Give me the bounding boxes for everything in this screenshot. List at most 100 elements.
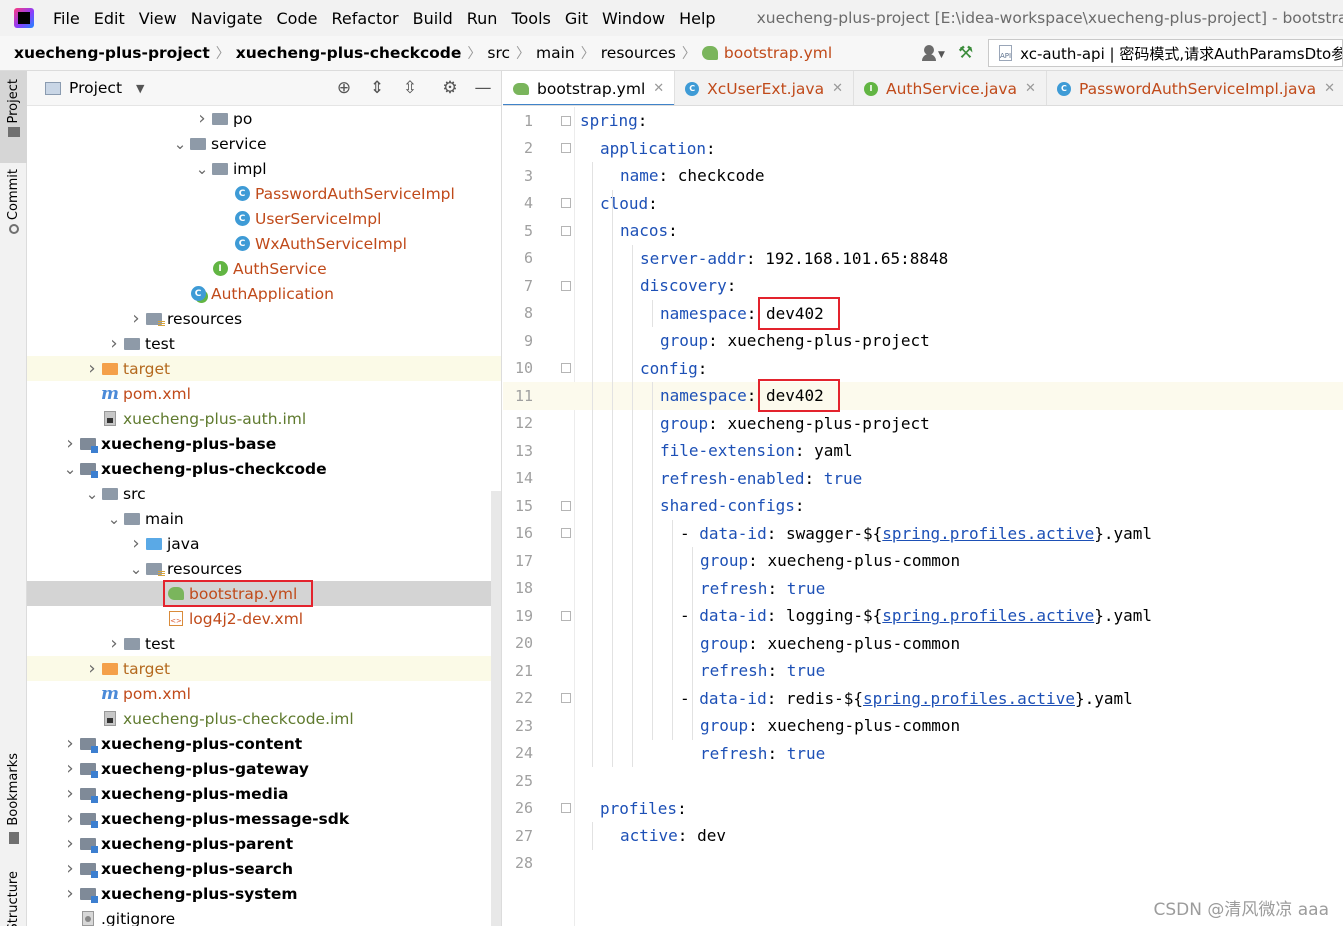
tool-window-project-tab[interactable]: Project <box>0 71 27 163</box>
chevron-down-icon[interactable]: ⌄ <box>61 461 79 476</box>
tree-item[interactable]: ⌄ main <box>27 506 501 531</box>
chevron-right-icon[interactable]: › <box>61 808 79 829</box>
tree-item[interactable]: ⌄ impl <box>27 156 501 181</box>
fold-marker-icon[interactable] <box>561 803 571 814</box>
tree-item[interactable]: › xuecheng-plus-system <box>27 881 501 906</box>
menu-run[interactable]: Run <box>460 9 505 28</box>
user-icon[interactable]: ▼ <box>922 44 945 62</box>
code-editor[interactable]: 1 spring: 2 application: 3 name: checkcode 4 cl… <box>503 107 1343 926</box>
chevron-right-icon[interactable]: › <box>127 533 145 554</box>
fold-marker-icon[interactable] <box>561 115 571 126</box>
chevron-down-icon[interactable]: ⌄ <box>193 161 211 176</box>
tree-item[interactable]: ›CWxAuthServiceImpl <box>27 231 501 256</box>
chevron-right-icon[interactable]: › <box>105 333 123 354</box>
tree-item[interactable]: ⌄ xuecheng-plus-checkcode <box>27 456 501 481</box>
chevron-down-icon[interactable]: ▼ <box>136 82 144 95</box>
tool-window-commit-tab[interactable]: Commit <box>0 169 27 235</box>
tree-item[interactable]: ›CPasswordAuthServiceImpl <box>27 181 501 206</box>
chevron-right-icon[interactable]: › <box>61 858 79 879</box>
editor-tab[interactable]: C XcUserExt.java ✕ <box>675 71 854 105</box>
fold-marker-icon[interactable] <box>561 143 571 154</box>
tree-item[interactable]: ⌄ service <box>27 131 501 156</box>
close-icon[interactable]: ✕ <box>1324 81 1335 96</box>
fold-marker-icon[interactable] <box>561 198 571 209</box>
fold-marker-icon[interactable] <box>561 280 571 291</box>
chevron-right-icon[interactable]: › <box>83 658 101 679</box>
tree-item[interactable]: › xuecheng-plus-base <box>27 431 501 456</box>
tree-item[interactable]: ›.gitignore <box>27 906 501 926</box>
chevron-right-icon[interactable]: › <box>61 883 79 904</box>
close-icon[interactable]: ✕ <box>653 81 664 96</box>
editor-tab[interactable]: bootstrap.yml ✕ <box>503 71 676 105</box>
tree-item[interactable]: › test <box>27 331 501 356</box>
breadcrumb-item[interactable]: src <box>481 44 516 62</box>
tree-item[interactable]: ›xuecheng-plus-checkcode.iml <box>27 706 501 731</box>
chevron-right-icon[interactable]: › <box>61 758 79 779</box>
menu-view[interactable]: View <box>132 9 184 28</box>
menu-help[interactable]: Help <box>672 9 722 28</box>
tree-item[interactable]: ›IAuthService <box>27 256 501 281</box>
menu-git[interactable]: Git <box>558 9 595 28</box>
tree-item[interactable]: › po <box>27 106 501 131</box>
fold-marker-icon[interactable] <box>561 363 571 374</box>
close-icon[interactable]: ✕ <box>832 81 843 96</box>
fold-marker-icon[interactable] <box>561 500 571 511</box>
tree-scrollbar[interactable] <box>491 491 501 926</box>
tree-item[interactable]: › xuecheng-plus-message-sdk <box>27 806 501 831</box>
locate-target-icon[interactable]: ⊕ <box>334 78 354 98</box>
expand-all-icon[interactable]: ⇕ <box>367 78 387 98</box>
editor-tab[interactable]: I AuthService.java ✕ <box>854 71 1047 105</box>
chevron-right-icon[interactable]: › <box>61 833 79 854</box>
breadcrumb-item[interactable]: resources <box>595 44 682 62</box>
chevron-right-icon[interactable]: › <box>127 308 145 329</box>
menu-edit[interactable]: Edit <box>87 9 132 28</box>
tree-item[interactable]: › xuecheng-plus-content <box>27 731 501 756</box>
chevron-down-icon[interactable]: ⌄ <box>83 486 101 501</box>
tree-item[interactable]: ›bootstrap.yml <box>27 581 501 606</box>
close-icon[interactable]: ✕ <box>1025 81 1036 96</box>
tool-window-structure-tab[interactable]: Structure <box>0 871 27 926</box>
tree-item[interactable]: › resources <box>27 306 501 331</box>
fold-marker-icon[interactable] <box>561 693 571 704</box>
tree-item[interactable]: › xuecheng-plus-gateway <box>27 756 501 781</box>
chevron-right-icon[interactable]: › <box>193 108 211 129</box>
tree-item[interactable]: › xuecheng-plus-search <box>27 856 501 881</box>
menu-window[interactable]: Window <box>595 9 672 28</box>
tree-item[interactable]: ›xuecheng-plus-auth.iml <box>27 406 501 431</box>
build-hammer-icon[interactable]: ⚒ <box>958 44 976 62</box>
tree-item[interactable]: › xuecheng-plus-parent <box>27 831 501 856</box>
menu-refactor[interactable]: Refactor <box>324 9 405 28</box>
chevron-down-icon[interactable]: ⌄ <box>127 561 145 576</box>
tree-item[interactable]: › test <box>27 631 501 656</box>
tree-item[interactable]: ›CAuthApplication <box>27 281 501 306</box>
fold-marker-icon[interactable] <box>561 225 571 236</box>
tool-window-bookmarks-tab[interactable]: Bookmarks <box>0 753 27 844</box>
tree-item[interactable]: › java <box>27 531 501 556</box>
chevron-right-icon[interactable]: › <box>61 783 79 804</box>
menu-navigate[interactable]: Navigate <box>184 9 270 28</box>
chevron-down-icon[interactable]: ⌄ <box>105 511 123 526</box>
menu-tools[interactable]: Tools <box>504 9 557 28</box>
tree-item[interactable]: ⌄ resources <box>27 556 501 581</box>
tree-item[interactable]: ›<>log4j2-dev.xml <box>27 606 501 631</box>
run-configuration-selector[interactable]: API xc-auth-api | 密码模式,请求AuthParamsDto参数 <box>988 39 1343 67</box>
chevron-right-icon[interactable]: › <box>105 633 123 654</box>
breadcrumb-item[interactable]: main <box>530 44 581 62</box>
intellij-logo-icon[interactable] <box>14 8 34 28</box>
chevron-right-icon[interactable]: › <box>61 433 79 454</box>
breadcrumb-item[interactable]: bootstrap.yml <box>696 44 838 62</box>
collapse-all-icon[interactable]: ⇳ <box>400 78 420 98</box>
menu-build[interactable]: Build <box>406 9 460 28</box>
tree-item[interactable]: ⌄ src <box>27 481 501 506</box>
chevron-right-icon[interactable]: › <box>83 358 101 379</box>
chevron-down-icon[interactable]: ⌄ <box>171 136 189 151</box>
minimize-icon[interactable]: — <box>473 78 493 98</box>
tree-item[interactable]: ›mpom.xml <box>27 681 501 706</box>
gear-icon[interactable]: ⚙ <box>440 78 460 98</box>
project-panel-title[interactable]: Project <box>69 79 122 97</box>
tree-item[interactable]: › xuecheng-plus-media <box>27 781 501 806</box>
menu-file[interactable]: File <box>46 9 87 28</box>
chevron-right-icon[interactable]: › <box>61 733 79 754</box>
fold-marker-icon[interactable] <box>561 528 571 539</box>
tree-item[interactable]: ›CUserServiceImpl <box>27 206 501 231</box>
